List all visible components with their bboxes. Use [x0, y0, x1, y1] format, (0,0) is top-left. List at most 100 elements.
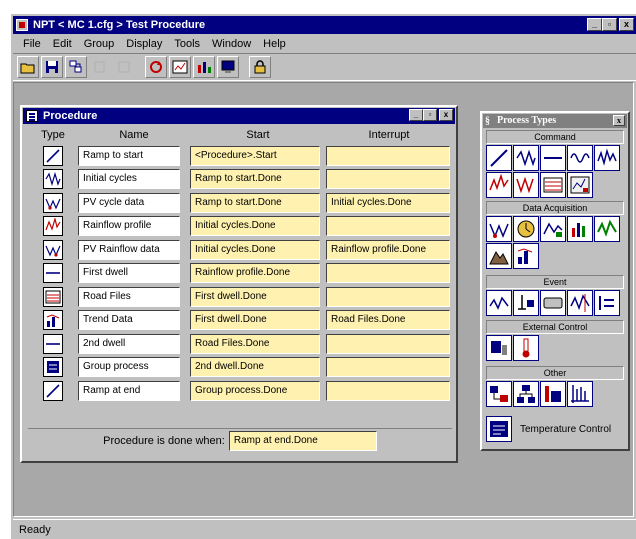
menu-help[interactable]: Help	[257, 38, 292, 50]
temperature-control-row[interactable]: Temperature Control	[486, 415, 626, 443]
process-types-titlebar[interactable]: § Process Types x	[483, 114, 627, 128]
open-icon[interactable]	[17, 56, 39, 78]
event-wave-tool-icon[interactable]	[486, 290, 512, 316]
pv-rainflow-icon[interactable]	[43, 239, 63, 260]
interrupt-cell[interactable]	[326, 286, 450, 307]
interrupt-cell[interactable]	[326, 216, 450, 237]
menu-edit[interactable]: Edit	[47, 38, 78, 50]
start-cell[interactable]: Ramp to start.Done	[190, 192, 320, 213]
name-cell[interactable]: Ramp to start	[78, 145, 180, 166]
done-value-field[interactable]: Ramp at end.Done	[228, 430, 377, 451]
thermometer-tool-icon[interactable]	[513, 335, 539, 361]
interrupt-cell[interactable]	[326, 169, 450, 190]
random-tool-icon[interactable]	[594, 145, 620, 171]
interrupt-cell[interactable]	[326, 380, 450, 401]
name-cell[interactable]: PV cycle data	[78, 192, 180, 213]
rainflow-icon[interactable]	[43, 216, 63, 237]
process-types-close-button[interactable]: x	[613, 115, 625, 126]
cut-icon[interactable]	[65, 56, 87, 78]
lock-icon[interactable]	[249, 56, 271, 78]
start-cell[interactable]: Rainflow profile.Done	[190, 263, 320, 284]
peak-valley-tool-icon[interactable]	[486, 216, 512, 242]
name-cell[interactable]: Ramp at end	[78, 380, 180, 401]
menu-window[interactable]: Window	[206, 38, 257, 50]
monitor-icon[interactable]	[217, 56, 239, 78]
mountain-tool-icon[interactable]	[486, 243, 512, 269]
table-row[interactable]: 2nd dwell Road Files.Done	[28, 332, 452, 356]
group-tool-icon[interactable]	[486, 381, 512, 407]
ramp-icon[interactable]	[43, 380, 63, 401]
interrupt-cell[interactable]: Initial cycles.Done	[326, 192, 450, 213]
road-tool-icon[interactable]	[540, 172, 566, 198]
timed-tool-icon[interactable]	[513, 216, 539, 242]
procedure-minimize-button[interactable]: _	[409, 109, 423, 121]
name-cell[interactable]: PV Rainflow data	[78, 239, 180, 260]
histogram-tool-icon[interactable]	[567, 216, 593, 242]
cycle-tool-icon[interactable]	[513, 145, 539, 171]
dwell-icon[interactable]	[43, 333, 63, 354]
maximize-button[interactable]: ▫	[602, 18, 617, 31]
save-icon[interactable]	[41, 56, 63, 78]
table-row[interactable]: Trend Data First dwell.Done Road Files.Don…	[28, 309, 452, 333]
procedure-close-button[interactable]: x	[439, 109, 453, 121]
copy-icon[interactable]	[89, 56, 111, 78]
start-cell[interactable]: Ramp to start.Done	[190, 169, 320, 190]
name-cell[interactable]: Rainflow profile	[78, 216, 180, 237]
bars-icon[interactable]	[193, 56, 215, 78]
app-titlebar[interactable]: NPT < MC 1.cfg > Test Procedure _ ▫ x	[13, 16, 636, 34]
menu-tools[interactable]: Tools	[168, 38, 206, 50]
rainflow-tool-icon[interactable]	[486, 172, 512, 198]
plot-tool-icon[interactable]	[567, 381, 593, 407]
name-cell[interactable]: 2nd dwell	[78, 333, 180, 354]
procedure-maximize-button[interactable]: ▫	[423, 109, 437, 121]
cycle-icon[interactable]	[43, 169, 63, 190]
group-process-icon[interactable]	[43, 357, 63, 378]
interrupt-cell[interactable]	[326, 145, 450, 166]
table-row[interactable]: Rainflow profile Initial cycles.Done	[28, 215, 452, 239]
event-detector-tool-icon[interactable]	[540, 290, 566, 316]
network-tool-icon[interactable]	[513, 381, 539, 407]
start-cell[interactable]: Group process.Done	[190, 380, 320, 401]
menu-display[interactable]: Display	[120, 38, 168, 50]
level-tool-icon[interactable]	[540, 216, 566, 242]
sequence-tool-icon[interactable]	[540, 381, 566, 407]
trend-tool-icon[interactable]	[513, 243, 539, 269]
sine-tool-icon[interactable]	[567, 145, 593, 171]
start-cell[interactable]: Road Files.Done	[190, 333, 320, 354]
start-cell[interactable]: Initial cycles.Done	[190, 239, 320, 260]
close-button[interactable]: x	[619, 18, 634, 31]
temperature-control-icon[interactable]	[486, 416, 512, 442]
ramp-icon[interactable]	[43, 145, 63, 166]
profile-tool-icon[interactable]	[513, 172, 539, 198]
start-cell[interactable]: First dwell.Done	[190, 286, 320, 307]
table-row[interactable]: Group process 2nd dwell.Done	[28, 356, 452, 380]
minimize-button[interactable]: _	[587, 18, 602, 31]
ramp-tool-icon[interactable]	[486, 145, 512, 171]
start-cell[interactable]: 2nd dwell.Done	[190, 357, 320, 378]
table-row[interactable]: First dwell Rainflow profile.Done	[28, 262, 452, 286]
table-row[interactable]: PV cycle data Ramp to start.Done Initial c…	[28, 191, 452, 215]
event-limit-tool-icon[interactable]	[513, 290, 539, 316]
name-cell[interactable]: Road Files	[78, 286, 180, 307]
dwell-icon[interactable]	[43, 263, 63, 284]
name-cell[interactable]: First dwell	[78, 263, 180, 284]
interrupt-cell[interactable]: Road Files.Done	[326, 310, 450, 331]
start-cell[interactable]: Initial cycles.Done	[190, 216, 320, 237]
file-tool-icon[interactable]	[567, 172, 593, 198]
refresh-icon[interactable]	[145, 56, 167, 78]
start-cell[interactable]: First dwell.Done	[190, 310, 320, 331]
event-counter-tool-icon[interactable]	[594, 290, 620, 316]
event-trigger-tool-icon[interactable]	[567, 290, 593, 316]
table-row[interactable]: PV Rainflow data Initial cycles.Done Rainf…	[28, 238, 452, 262]
band-tool-icon[interactable]	[594, 216, 620, 242]
name-cell[interactable]: Trend Data	[78, 310, 180, 331]
table-row[interactable]: Ramp to start <Procedure>.Start	[28, 144, 452, 168]
interrupt-cell[interactable]	[326, 357, 450, 378]
menu-group[interactable]: Group	[78, 38, 121, 50]
dwell-tool-icon[interactable]	[540, 145, 566, 171]
table-row[interactable]: Road Files First dwell.Done	[28, 285, 452, 309]
chart-icon[interactable]	[169, 56, 191, 78]
app-icon[interactable]	[16, 19, 28, 31]
table-row[interactable]: Initial cycles Ramp to start.Done	[28, 168, 452, 192]
interrupt-cell[interactable]: Rainflow profile.Done	[326, 239, 450, 260]
